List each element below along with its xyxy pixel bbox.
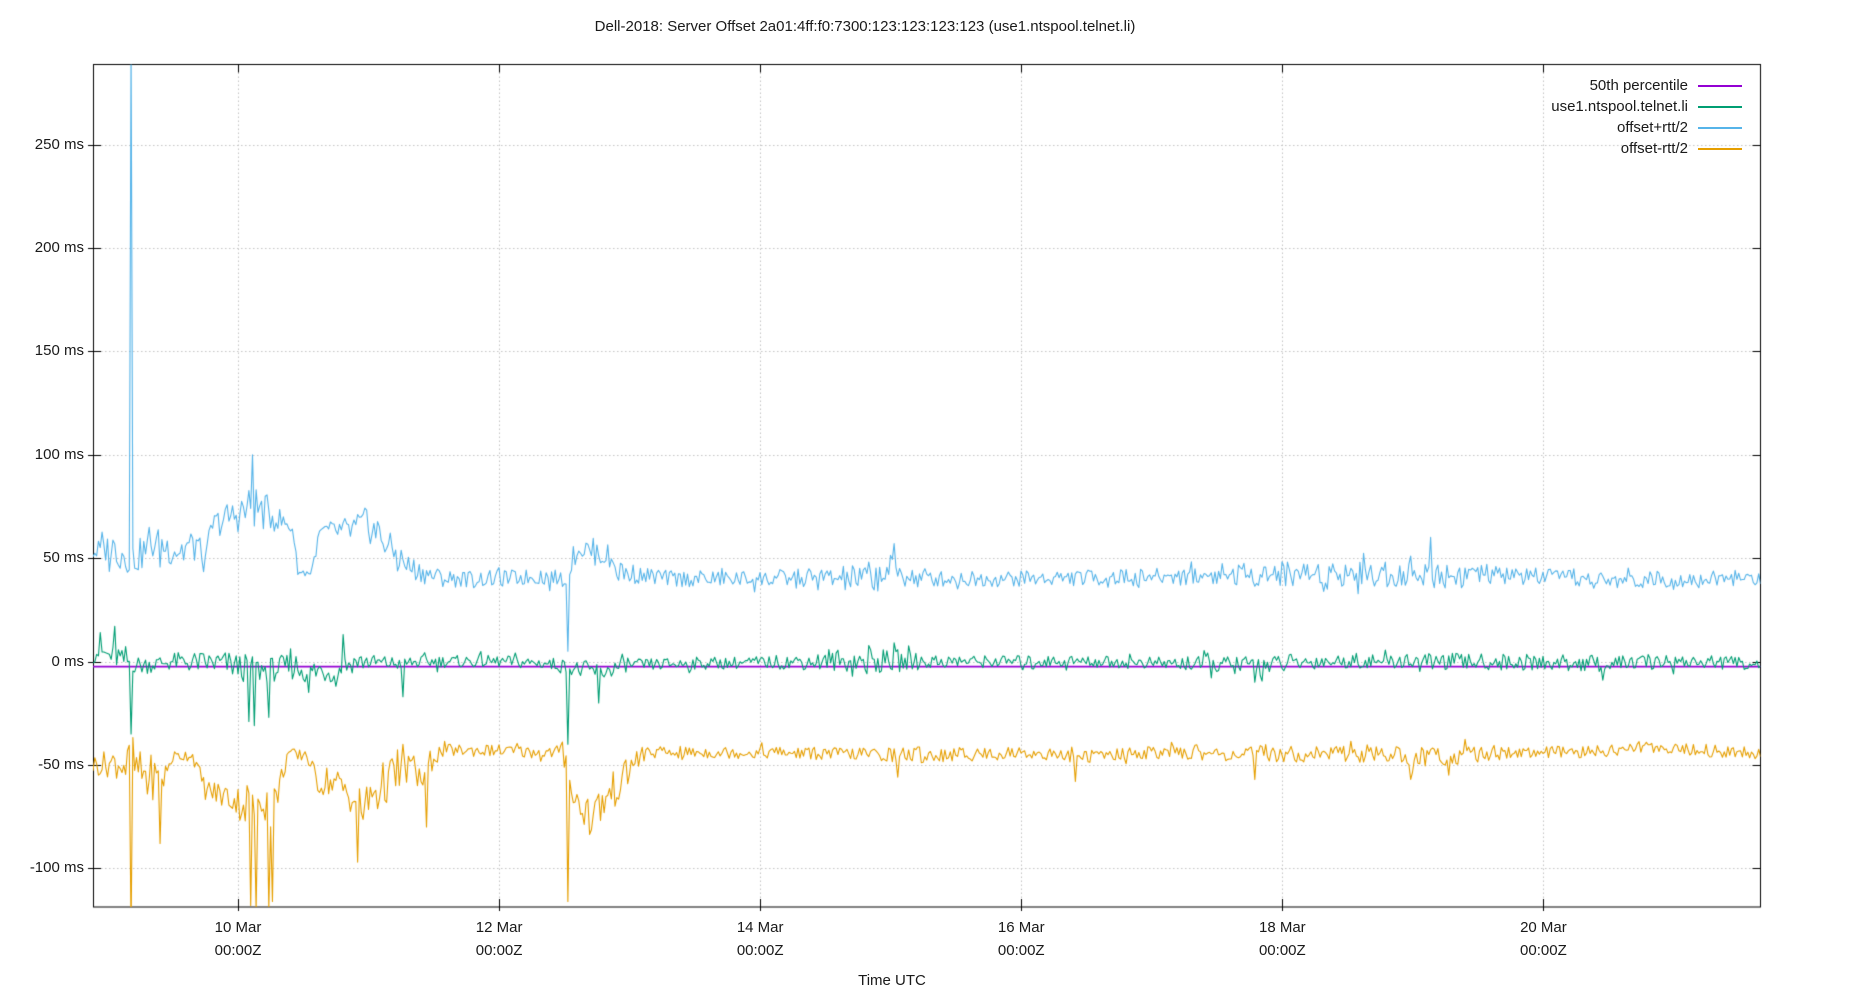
x-tick-time: 00:00Z xyxy=(429,939,569,962)
x-tick-date: 12 Mar xyxy=(429,916,569,939)
legend-line-swatch xyxy=(1698,85,1742,87)
legend-line-swatch xyxy=(1698,127,1742,129)
x-tick-time: 00:00Z xyxy=(690,939,830,962)
x-tick-date: 16 Mar xyxy=(951,916,1091,939)
x-tick-time: 00:00Z xyxy=(1473,939,1613,962)
chart-title: Dell-2018: Server Offset 2a01:4ff:f0:730… xyxy=(0,18,1730,35)
legend-row: offset-rtt/2 xyxy=(1551,138,1742,159)
x-tick-date: 20 Mar xyxy=(1473,916,1613,939)
y-tick-label: 100 ms xyxy=(0,445,84,465)
x-tick-label: 16 Mar00:00Z xyxy=(951,916,1091,962)
x-tick-time: 00:00Z xyxy=(951,939,1091,962)
x-tick-label: 20 Mar00:00Z xyxy=(1473,916,1613,962)
legend-row: use1.ntspool.telnet.li xyxy=(1551,96,1742,117)
y-tick-label: 50 ms xyxy=(0,548,84,568)
legend: 50th percentile use1.ntspool.telnet.li off… xyxy=(1551,75,1742,159)
legend-label: offset-rtt/2 xyxy=(1621,140,1688,157)
ntp-offset-chart: Dell-2018: Server Offset 2a01:4ff:f0:730… xyxy=(0,0,1850,1000)
y-tick-label: -100 ms xyxy=(0,858,84,878)
x-tick-date: 10 Mar xyxy=(168,916,308,939)
legend-label: offset+rtt/2 xyxy=(1617,119,1688,136)
x-tick-time: 00:00Z xyxy=(1212,939,1352,962)
y-tick-label: 0 ms xyxy=(0,652,84,672)
x-tick-time: 00:00Z xyxy=(168,939,308,962)
y-tick-label: -50 ms xyxy=(0,755,84,775)
x-tick-date: 18 Mar xyxy=(1212,916,1352,939)
legend-label: use1.ntspool.telnet.li xyxy=(1551,98,1688,115)
legend-row: offset+rtt/2 xyxy=(1551,117,1742,138)
legend-label: 50th percentile xyxy=(1590,77,1688,94)
y-tick-label: 150 ms xyxy=(0,341,84,361)
x-axis-title: Time UTC xyxy=(0,972,1784,989)
x-tick-date: 14 Mar xyxy=(690,916,830,939)
x-tick-label: 12 Mar00:00Z xyxy=(429,916,569,962)
x-tick-label: 18 Mar00:00Z xyxy=(1212,916,1352,962)
legend-line-swatch xyxy=(1698,106,1742,108)
x-tick-label: 14 Mar00:00Z xyxy=(690,916,830,962)
x-tick-label: 10 Mar00:00Z xyxy=(168,916,308,962)
y-tick-label: 250 ms xyxy=(0,135,84,155)
legend-line-swatch xyxy=(1698,148,1742,150)
y-tick-label: 200 ms xyxy=(0,238,84,258)
legend-row: 50th percentile xyxy=(1551,75,1742,96)
